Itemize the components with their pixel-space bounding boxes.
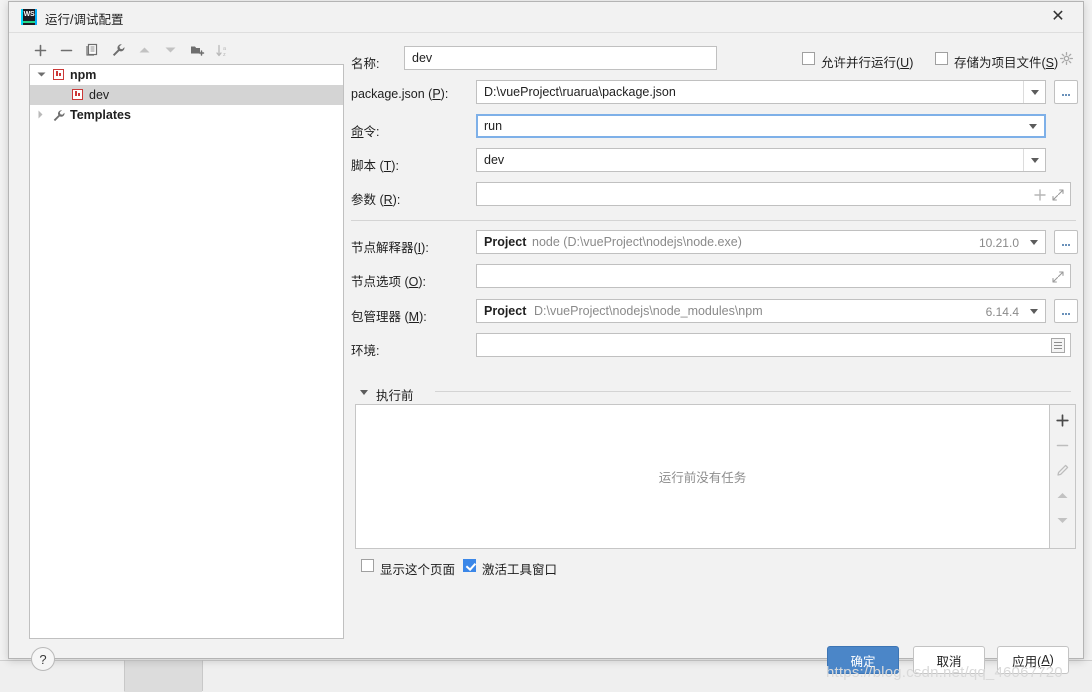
move-up-button bbox=[133, 38, 155, 62]
dialog-titlebar: WS 运行/调试配置 ✕ bbox=[9, 2, 1083, 33]
store-as-project-file-checkbox[interactable] bbox=[935, 52, 948, 65]
script-dropdown-button[interactable] bbox=[1023, 149, 1045, 171]
tree-node-dev[interactable]: dev bbox=[30, 85, 343, 105]
add-task-button[interactable] bbox=[1050, 407, 1075, 433]
wrench-icon bbox=[52, 108, 65, 121]
before-launch-header: 执行前 bbox=[376, 385, 414, 404]
store-as-project-file-label: 存储为项目文件(S) bbox=[954, 52, 1058, 71]
allow-parallel-run-label: 允许并行运行(U) bbox=[821, 52, 913, 71]
remove-configuration-button[interactable] bbox=[55, 38, 77, 62]
before-launch-side-toolbar bbox=[1050, 404, 1076, 549]
node-options-expand-icon[interactable] bbox=[1052, 271, 1064, 283]
watermark-text: https://blog.csdn.net/qq_46067720 bbox=[826, 664, 1063, 681]
copy-configuration-button[interactable] bbox=[81, 38, 103, 62]
allow-parallel-run-checkbox[interactable] bbox=[802, 52, 815, 65]
configurations-toolbar: a z bbox=[29, 38, 344, 64]
before-launch-header-rule bbox=[435, 391, 1071, 392]
npm-icon bbox=[72, 89, 83, 100]
package-json-browse-button[interactable] bbox=[1054, 80, 1078, 104]
gear-icon[interactable] bbox=[1060, 52, 1073, 65]
form-separator bbox=[351, 220, 1076, 221]
package-manager-prefix: Project bbox=[484, 304, 526, 318]
script-input[interactable]: dev bbox=[476, 148, 1046, 172]
help-button[interactable]: ? bbox=[31, 647, 55, 671]
script-value: dev bbox=[484, 153, 504, 167]
environment-input[interactable] bbox=[476, 333, 1071, 357]
package-manager-input[interactable]: Project D:\vueProject\nodejs\node_module… bbox=[476, 299, 1046, 323]
move-task-up-button bbox=[1050, 482, 1075, 508]
environment-label: 环境: bbox=[351, 340, 379, 359]
before-launch-empty-text: 运行前没有任务 bbox=[356, 467, 1049, 486]
node-interpreter-prefix: Project bbox=[484, 235, 526, 249]
node-interpreter-browse-button[interactable] bbox=[1054, 230, 1078, 254]
package-json-label: package.json (P): bbox=[351, 87, 448, 101]
node-interpreter-version: 10.21.0 bbox=[979, 236, 1019, 250]
name-input[interactable]: dev bbox=[404, 46, 717, 70]
run-debug-configurations-dialog: WS 运行/调试配置 ✕ bbox=[8, 1, 1084, 659]
background-divider-2 bbox=[202, 660, 203, 691]
list-icon[interactable] bbox=[1051, 338, 1065, 353]
move-down-button bbox=[159, 38, 181, 62]
remove-task-button bbox=[1050, 432, 1075, 458]
command-label: 命令: bbox=[351, 121, 380, 140]
chevron-down-icon[interactable] bbox=[36, 65, 48, 85]
arguments-expand-icon[interactable] bbox=[1052, 189, 1064, 201]
show-this-page-checkbox[interactable] bbox=[361, 559, 374, 572]
tree-node-templates[interactable]: Templates bbox=[30, 105, 343, 125]
new-folder-button[interactable] bbox=[186, 38, 208, 62]
dialog-title: 运行/调试配置 bbox=[45, 9, 123, 28]
name-input-value: dev bbox=[412, 51, 432, 65]
edit-task-button bbox=[1050, 457, 1075, 483]
tree-node-label: dev bbox=[89, 85, 109, 105]
package-json-value: D:\vueProject\ruarua\package.json bbox=[484, 85, 676, 99]
arguments-label: 参数 (R): bbox=[351, 189, 400, 208]
arguments-add-icon[interactable] bbox=[1034, 189, 1046, 201]
activate-tool-window-label: 激活工具窗口 bbox=[482, 559, 557, 578]
chevron-right-icon[interactable] bbox=[36, 105, 48, 125]
package-manager-version: 6.14.4 bbox=[986, 305, 1019, 319]
background-taskbar-left bbox=[0, 660, 124, 692]
edit-templates-button[interactable] bbox=[107, 38, 129, 62]
tree-node-label: Templates bbox=[70, 105, 131, 125]
webstorm-logo-icon: WS bbox=[21, 9, 37, 25]
show-this-page-label: 显示这个页面 bbox=[380, 559, 455, 578]
before-launch-task-list[interactable]: 运行前没有任务 bbox=[355, 404, 1050, 549]
tree-node-npm[interactable]: npm bbox=[30, 65, 343, 85]
package-manager-value: D:\vueProject\nodejs\node_modules\npm bbox=[534, 304, 763, 318]
name-label: 名称: bbox=[351, 53, 379, 72]
node-interpreter-input[interactable]: Project node (D:\vueProject\nodejs\node.… bbox=[476, 230, 1046, 254]
add-configuration-button[interactable] bbox=[29, 38, 51, 62]
background-divider-1 bbox=[124, 660, 125, 691]
command-input[interactable]: run bbox=[476, 114, 1046, 138]
background-taskbar-active-tab bbox=[124, 660, 202, 692]
configurations-tree[interactable]: npm dev Templates bbox=[29, 64, 344, 639]
svg-text:z: z bbox=[223, 52, 226, 57]
before-launch-collapse-icon[interactable] bbox=[360, 390, 368, 395]
node-interpreter-dropdown-button[interactable] bbox=[1023, 231, 1045, 253]
command-value: run bbox=[484, 119, 502, 133]
npm-icon bbox=[53, 69, 64, 80]
arguments-input[interactable] bbox=[476, 182, 1071, 206]
package-manager-browse-button[interactable] bbox=[1054, 299, 1078, 323]
tree-node-label: npm bbox=[70, 65, 96, 85]
package-manager-label: 包管理器 (M): bbox=[351, 306, 427, 325]
script-label: 脚本 (T): bbox=[351, 155, 399, 174]
package-manager-dropdown-button[interactable] bbox=[1023, 300, 1045, 322]
node-options-input[interactable] bbox=[476, 264, 1071, 288]
package-json-input[interactable]: D:\vueProject\ruarua\package.json bbox=[476, 80, 1046, 104]
node-options-label: 节点选项 (O): bbox=[351, 271, 426, 290]
webstorm-logo-text: WS bbox=[21, 9, 37, 21]
close-icon[interactable]: ✕ bbox=[1043, 6, 1073, 28]
sort-configurations-button: a z bbox=[212, 38, 234, 62]
activate-tool-window-checkbox[interactable] bbox=[463, 559, 476, 572]
node-interpreter-label: 节点解释器(I): bbox=[351, 237, 429, 256]
node-interpreter-value: node (D:\vueProject\nodejs\node.exe) bbox=[532, 235, 742, 249]
command-dropdown-button[interactable] bbox=[1022, 116, 1044, 136]
package-json-dropdown-button[interactable] bbox=[1023, 81, 1045, 103]
move-task-down-button bbox=[1050, 507, 1075, 533]
